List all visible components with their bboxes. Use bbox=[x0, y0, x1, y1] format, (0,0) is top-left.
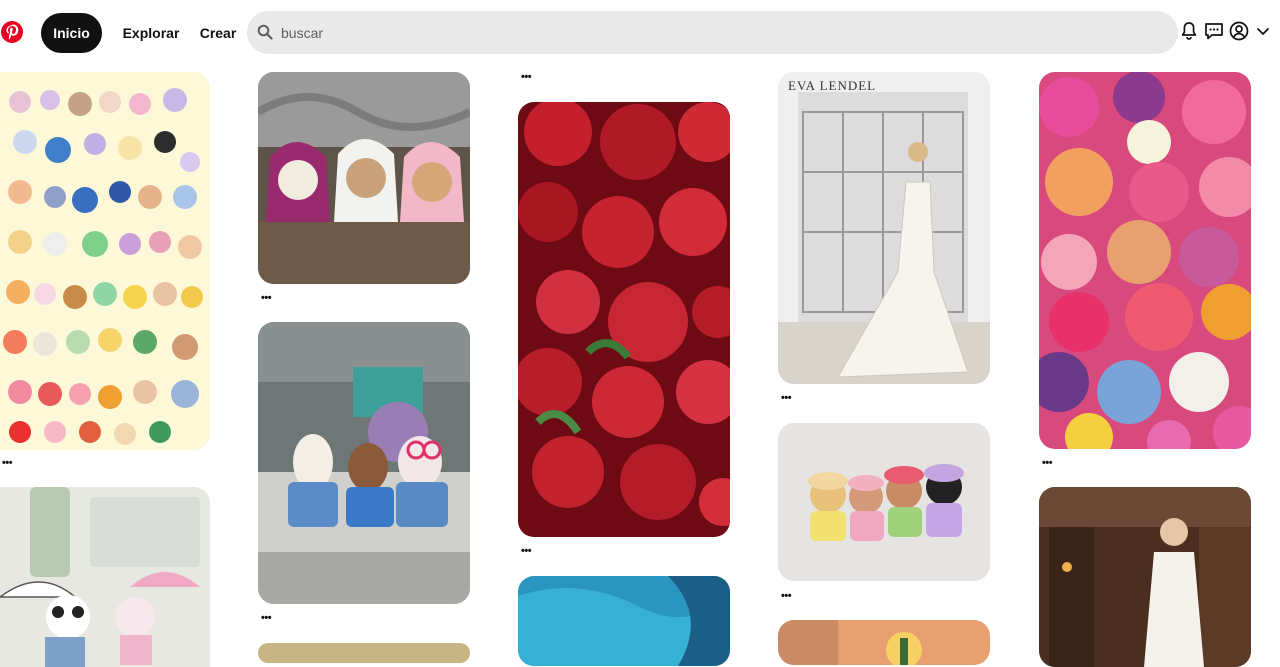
pin-eva-lendel-bridal[interactable]: EVA LENDEL bbox=[778, 72, 990, 384]
pin-image bbox=[778, 423, 990, 581]
pin-image bbox=[258, 322, 470, 604]
pin-menu-button[interactable]: ••• bbox=[781, 591, 792, 602]
pin-partial[interactable] bbox=[258, 643, 470, 663]
pin-menu-button[interactable]: ••• bbox=[261, 613, 272, 624]
pinterest-logo-icon[interactable] bbox=[0, 20, 24, 44]
pin-panda-umbrellas[interactable] bbox=[0, 487, 210, 667]
pin-image bbox=[258, 643, 470, 663]
pin-hooded-rabbits[interactable] bbox=[258, 72, 470, 284]
pin-image bbox=[778, 620, 990, 665]
nav-home-button[interactable]: Inicio bbox=[41, 13, 102, 53]
pin-image bbox=[258, 72, 470, 284]
pin-bride-fireplace[interactable] bbox=[1039, 487, 1251, 667]
pin-menu-button[interactable]: ••• bbox=[781, 393, 792, 404]
nav-explore-button[interactable]: Explorar bbox=[116, 13, 186, 53]
pin-red-roses[interactable] bbox=[518, 102, 730, 537]
pin-image bbox=[1039, 72, 1251, 449]
brand-watermark: EVA LENDEL bbox=[788, 78, 877, 93]
search-icon bbox=[257, 24, 273, 40]
pin-menu-button[interactable]: ••• bbox=[2, 458, 13, 469]
pin-image bbox=[0, 487, 210, 667]
pin-menu-button[interactable]: ••• bbox=[521, 546, 532, 557]
bell-icon[interactable] bbox=[1178, 20, 1200, 42]
pin-classroom-critters[interactable] bbox=[258, 322, 470, 604]
search-bar[interactable] bbox=[247, 11, 1178, 54]
search-input[interactable] bbox=[281, 11, 1161, 54]
pin-crochet-hat-babies[interactable] bbox=[778, 423, 990, 581]
pin-partial-sunset[interactable] bbox=[778, 620, 990, 665]
top-navigation: Inicio Explorar Crear bbox=[0, 0, 1280, 64]
pin-image bbox=[778, 72, 990, 384]
pin-menu-button[interactable]: ••• bbox=[261, 293, 272, 304]
pin-image bbox=[1039, 487, 1251, 667]
pin-sylvanian-sticker-sheet[interactable] bbox=[0, 72, 210, 450]
chevron-down-icon[interactable] bbox=[1254, 20, 1272, 42]
messages-icon[interactable] bbox=[1203, 20, 1225, 42]
pin-menu-button[interactable]: ••• bbox=[521, 72, 532, 83]
pin-hibiscus-collage[interactable] bbox=[1039, 72, 1251, 449]
pin-image bbox=[0, 72, 210, 450]
nav-create-button[interactable]: Crear bbox=[194, 13, 242, 53]
pin-menu-button[interactable]: ••• bbox=[1042, 458, 1053, 469]
account-icon[interactable] bbox=[1228, 20, 1250, 42]
pin-image bbox=[518, 102, 730, 537]
